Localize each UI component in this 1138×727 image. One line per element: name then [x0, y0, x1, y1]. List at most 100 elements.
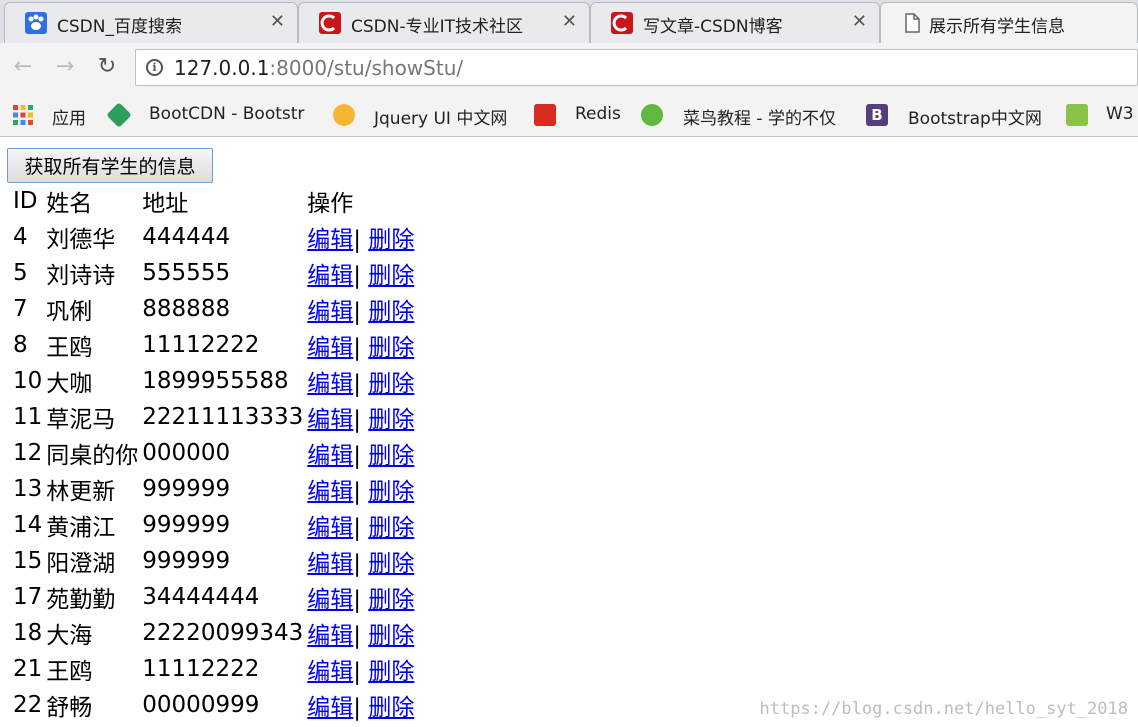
edit-link[interactable]: 编辑	[307, 299, 353, 325]
table-row: 15 阳澄湖 999999 编辑| 删除	[12, 543, 415, 579]
cell-actions: 编辑| 删除	[306, 435, 415, 471]
cell-address: 11112222	[142, 656, 260, 682]
tab-baidu-search[interactable]: CSDN_百度搜索 ✕	[4, 2, 298, 43]
edit-link[interactable]: 编辑	[307, 443, 353, 469]
cell-id: 11	[13, 404, 43, 430]
cell-name: 阳澄湖	[46, 551, 116, 577]
cell-address: 11112222	[142, 332, 260, 358]
cell-actions: 编辑| 删除	[306, 291, 415, 327]
info-icon[interactable]: i	[146, 59, 163, 76]
edit-link[interactable]: 编辑	[307, 335, 353, 361]
delete-link[interactable]: 删除	[368, 659, 414, 685]
edit-link[interactable]: 编辑	[307, 515, 353, 541]
bookmark-label: Jquery UI 中文网	[374, 109, 508, 129]
delete-link[interactable]: 删除	[368, 407, 414, 433]
delete-link[interactable]: 删除	[368, 587, 414, 613]
cell-id: 17	[13, 584, 43, 610]
cell-name: 刘诗诗	[46, 263, 116, 289]
edit-link[interactable]: 编辑	[307, 479, 353, 505]
cell-name: 舒畅	[46, 695, 93, 721]
action-separator: |	[353, 479, 361, 505]
edit-link[interactable]: 编辑	[307, 623, 353, 649]
cell-id: 4	[13, 224, 28, 250]
cell-name: 王鸥	[46, 659, 93, 685]
cell-id: 5	[13, 260, 28, 286]
cell-id: 14	[13, 512, 43, 538]
table-row: 21 王鸥 11112222 编辑| 删除	[12, 651, 415, 687]
cell-actions: 编辑| 删除	[306, 687, 415, 723]
tab-show-students[interactable]: 展示所有学生信息	[880, 2, 1138, 44]
forward-arrow-icon[interactable]: →	[52, 54, 78, 80]
cell-address: 555555	[142, 260, 231, 286]
cell-id: 8	[13, 332, 28, 358]
cell-id: 18	[13, 620, 43, 646]
cell-name: 刘德华	[46, 227, 116, 253]
cell-actions: 编辑| 删除	[306, 579, 415, 615]
tab-title: 写文章-CSDN博客	[643, 17, 783, 37]
delete-link[interactable]: 删除	[368, 443, 414, 469]
delete-link[interactable]: 删除	[368, 299, 414, 325]
fetch-students-button[interactable]: 获取所有学生的信息	[7, 148, 213, 183]
close-icon[interactable]: ✕	[852, 11, 867, 32]
edit-link[interactable]: 编辑	[307, 407, 353, 433]
cell-address: 22211113333	[142, 404, 304, 430]
tab-title: 展示所有学生信息	[929, 17, 1065, 37]
delete-link[interactable]: 删除	[368, 371, 414, 397]
edit-link[interactable]: 编辑	[307, 263, 353, 289]
header-actions: 操作	[307, 191, 354, 217]
close-icon[interactable]: ✕	[562, 11, 577, 32]
edit-link[interactable]: 编辑	[307, 659, 353, 685]
edit-link[interactable]: 编辑	[307, 551, 353, 577]
cell-name: 同桌的你	[46, 443, 139, 469]
action-separator: |	[353, 371, 361, 397]
table-row: 17 苑勤勤 34444444 编辑| 删除	[12, 579, 415, 615]
cell-address: 888888	[142, 296, 231, 322]
cell-address: 999999	[142, 476, 231, 502]
edit-link[interactable]: 编辑	[307, 227, 353, 253]
action-separator: |	[353, 227, 361, 253]
table-row: 13 林更新 999999 编辑| 删除	[12, 471, 415, 507]
delete-link[interactable]: 删除	[368, 335, 414, 361]
header-name: 姓名	[46, 191, 93, 217]
table-row: 12 同桌的你 000000 编辑| 删除	[12, 435, 415, 471]
cell-actions: 编辑| 删除	[306, 651, 415, 687]
table-row: 14 黄浦江 999999 编辑| 删除	[12, 507, 415, 543]
delete-link[interactable]: 删除	[368, 695, 414, 721]
tab-strip: CSDN_百度搜索 ✕ CSDN-专业IT技术社区 ✕ 写文章-CSDN博客 ✕…	[0, 0, 1138, 44]
cell-address: 000000	[142, 440, 231, 466]
url-text: 127.0.0.1:8000/stu/showStu/	[174, 56, 464, 80]
cell-actions: 编辑| 删除	[306, 255, 415, 291]
back-arrow-icon[interactable]: ←	[10, 54, 36, 80]
action-separator: |	[353, 623, 361, 649]
delete-link[interactable]: 删除	[368, 515, 414, 541]
cell-name: 大咖	[46, 371, 93, 397]
cell-actions: 编辑| 删除	[306, 363, 415, 399]
delete-link[interactable]: 删除	[368, 623, 414, 649]
baidu-paw-icon	[25, 12, 47, 34]
cell-id: 21	[13, 656, 43, 682]
edit-link[interactable]: 编辑	[307, 371, 353, 397]
delete-link[interactable]: 删除	[368, 227, 414, 253]
table-body: 4 刘德华 444444 编辑| 删除 5 刘诗诗 555555 编辑| 删除 7 巩俐 88888…	[12, 219, 415, 723]
page-content: 获取所有学生的信息 ID 姓名 地址 操作 4 刘德华 444444 编辑| 删除 5 刘…	[0, 137, 1138, 727]
cell-name: 草泥马	[46, 407, 116, 433]
table-row: 4 刘德华 444444 编辑| 删除	[12, 219, 415, 255]
delete-link[interactable]: 删除	[368, 479, 414, 505]
reload-icon[interactable]: ↻	[94, 54, 120, 80]
edit-link[interactable]: 编辑	[307, 587, 353, 613]
delete-link[interactable]: 删除	[368, 263, 414, 289]
tab-csdn-home[interactable]: CSDN-专业IT技术社区 ✕	[298, 2, 590, 43]
cell-actions: 编辑| 删除	[306, 615, 415, 651]
csdn-logo-icon	[611, 12, 633, 34]
bookmark-label: 应用	[52, 109, 86, 129]
header-id: ID	[13, 188, 38, 214]
bookmark-label: Redis	[575, 104, 621, 124]
edit-link[interactable]: 编辑	[307, 695, 353, 721]
action-separator: |	[353, 695, 361, 721]
cell-address: 999999	[142, 548, 231, 574]
close-icon[interactable]: ✕	[270, 11, 285, 32]
delete-link[interactable]: 删除	[368, 551, 414, 577]
address-bar[interactable]: i 127.0.0.1:8000/stu/showStu/	[135, 49, 1138, 86]
tab-csdn-write[interactable]: 写文章-CSDN博客 ✕	[590, 2, 880, 43]
cell-name: 林更新	[46, 479, 116, 505]
